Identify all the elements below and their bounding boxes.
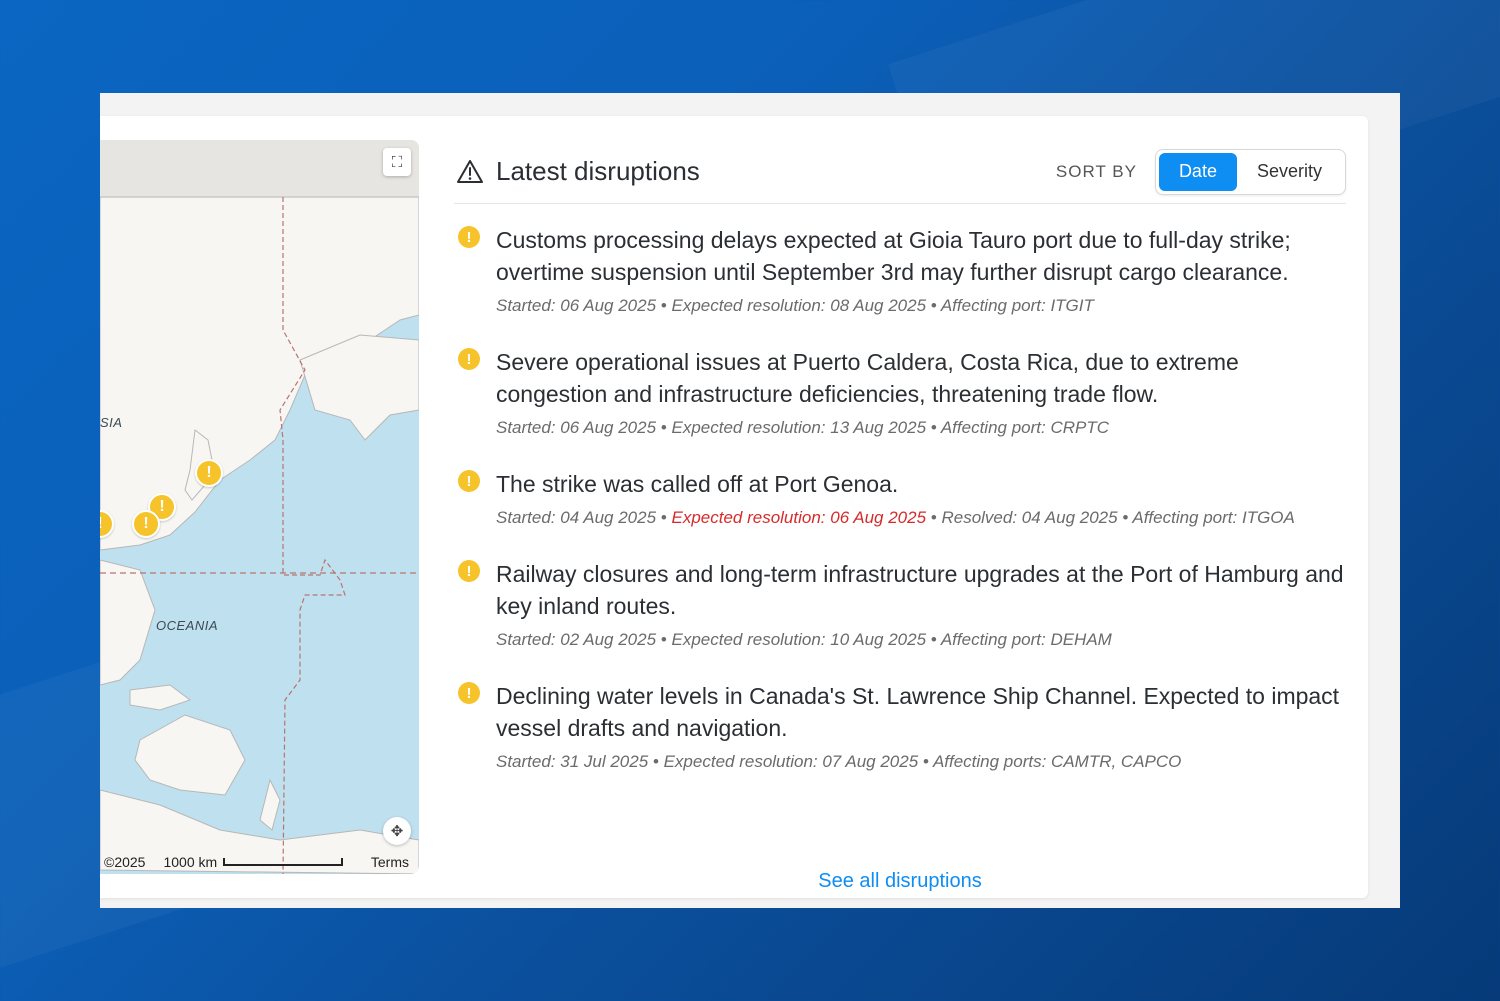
sort-by-label: SORT BY — [1055, 161, 1137, 181]
disruption-item[interactable]: ! The strike was called off at Port Geno… — [454, 468, 1346, 530]
disruption-title: Railway closures and long-term infrastru… — [496, 561, 1344, 619]
disruptions-content: Latest disruptions SORT BY Date Severity… — [454, 140, 1346, 892]
map-label-oceania: OCEANIA — [156, 618, 219, 633]
disruption-meta: Started: 31 Jul 2025 • Expected resoluti… — [496, 752, 1182, 771]
disruption-item[interactable]: ! Declining water levels in Canada's St.… — [454, 680, 1346, 774]
recenter-icon[interactable]: ✥ — [383, 817, 411, 845]
map-label-asia: SIA — [100, 415, 123, 430]
disruption-meta: Started: 06 Aug 2025 • Expected resoluti… — [496, 418, 1109, 437]
disruption-title: Severe operational issues at Puerto Cald… — [496, 349, 1239, 407]
map-scale-label: 1000 km — [163, 854, 218, 870]
alert-marker-icon[interactable]: ! — [132, 510, 160, 538]
alert-circle-icon: ! — [458, 682, 480, 704]
disruption-meta: Started: 04 Aug 2025 • Expected resoluti… — [496, 508, 1295, 527]
map-view[interactable]: ⛶ SIA OCEANIA ! ! ! ! ✥ ©2025 1000 km Te… — [100, 140, 419, 874]
map-footer: ©2025 1000 km Terms — [100, 850, 419, 874]
map-attribution: ©2025 — [104, 854, 146, 870]
alert-circle-icon: ! — [458, 348, 480, 370]
disruption-item[interactable]: ! Customs processing delays expected at … — [454, 224, 1346, 318]
overdue-resolution: Expected resolution: 06 Aug 2025 — [671, 508, 927, 527]
map-scale-bar — [223, 858, 344, 866]
page-title: Latest disruptions — [496, 156, 700, 186]
disruption-item[interactable]: ! Severe operational issues at Puerto Ca… — [454, 346, 1346, 440]
sort-severity-button[interactable]: Severity — [1237, 153, 1342, 191]
disruption-meta: Started: 02 Aug 2025 • Expected resoluti… — [496, 630, 1112, 649]
map-terms-link[interactable]: Terms — [371, 854, 409, 870]
sort-toggle: Date Severity — [1154, 148, 1346, 195]
disruptions-header: Latest disruptions SORT BY Date Severity — [454, 140, 1346, 204]
app-window: ⛶ SIA OCEANIA ! ! ! ! ✥ ©2025 1000 km Te… — [100, 93, 1400, 908]
alert-marker-icon[interactable]: ! — [195, 459, 223, 487]
disruption-item[interactable]: ! Railway closures and long-term infrast… — [454, 558, 1346, 652]
disruption-title: The strike was called off at Port Genoa. — [496, 471, 899, 497]
disruption-meta: Started: 06 Aug 2025 • Expected resoluti… — [496, 296, 1094, 315]
alert-circle-icon: ! — [458, 560, 480, 582]
alert-circle-icon: ! — [458, 470, 480, 492]
sort-date-button[interactable]: Date — [1158, 152, 1237, 191]
disruption-title: Declining water levels in Canada's St. L… — [496, 683, 1340, 741]
disruption-list[interactable]: ! Customs processing delays expected at … — [454, 224, 1346, 856]
warning-triangle-icon — [457, 159, 483, 183]
alert-circle-icon: ! — [458, 226, 480, 248]
disruptions-panel: ⛶ SIA OCEANIA ! ! ! ! ✥ ©2025 1000 km Te… — [100, 116, 1368, 898]
see-all-disruptions-link[interactable]: See all disruptions — [454, 870, 1346, 893]
list-fade — [454, 806, 1346, 856]
fullscreen-icon[interactable]: ⛶ — [383, 148, 411, 176]
disruption-title: Customs processing delays expected at Gi… — [496, 227, 1291, 285]
